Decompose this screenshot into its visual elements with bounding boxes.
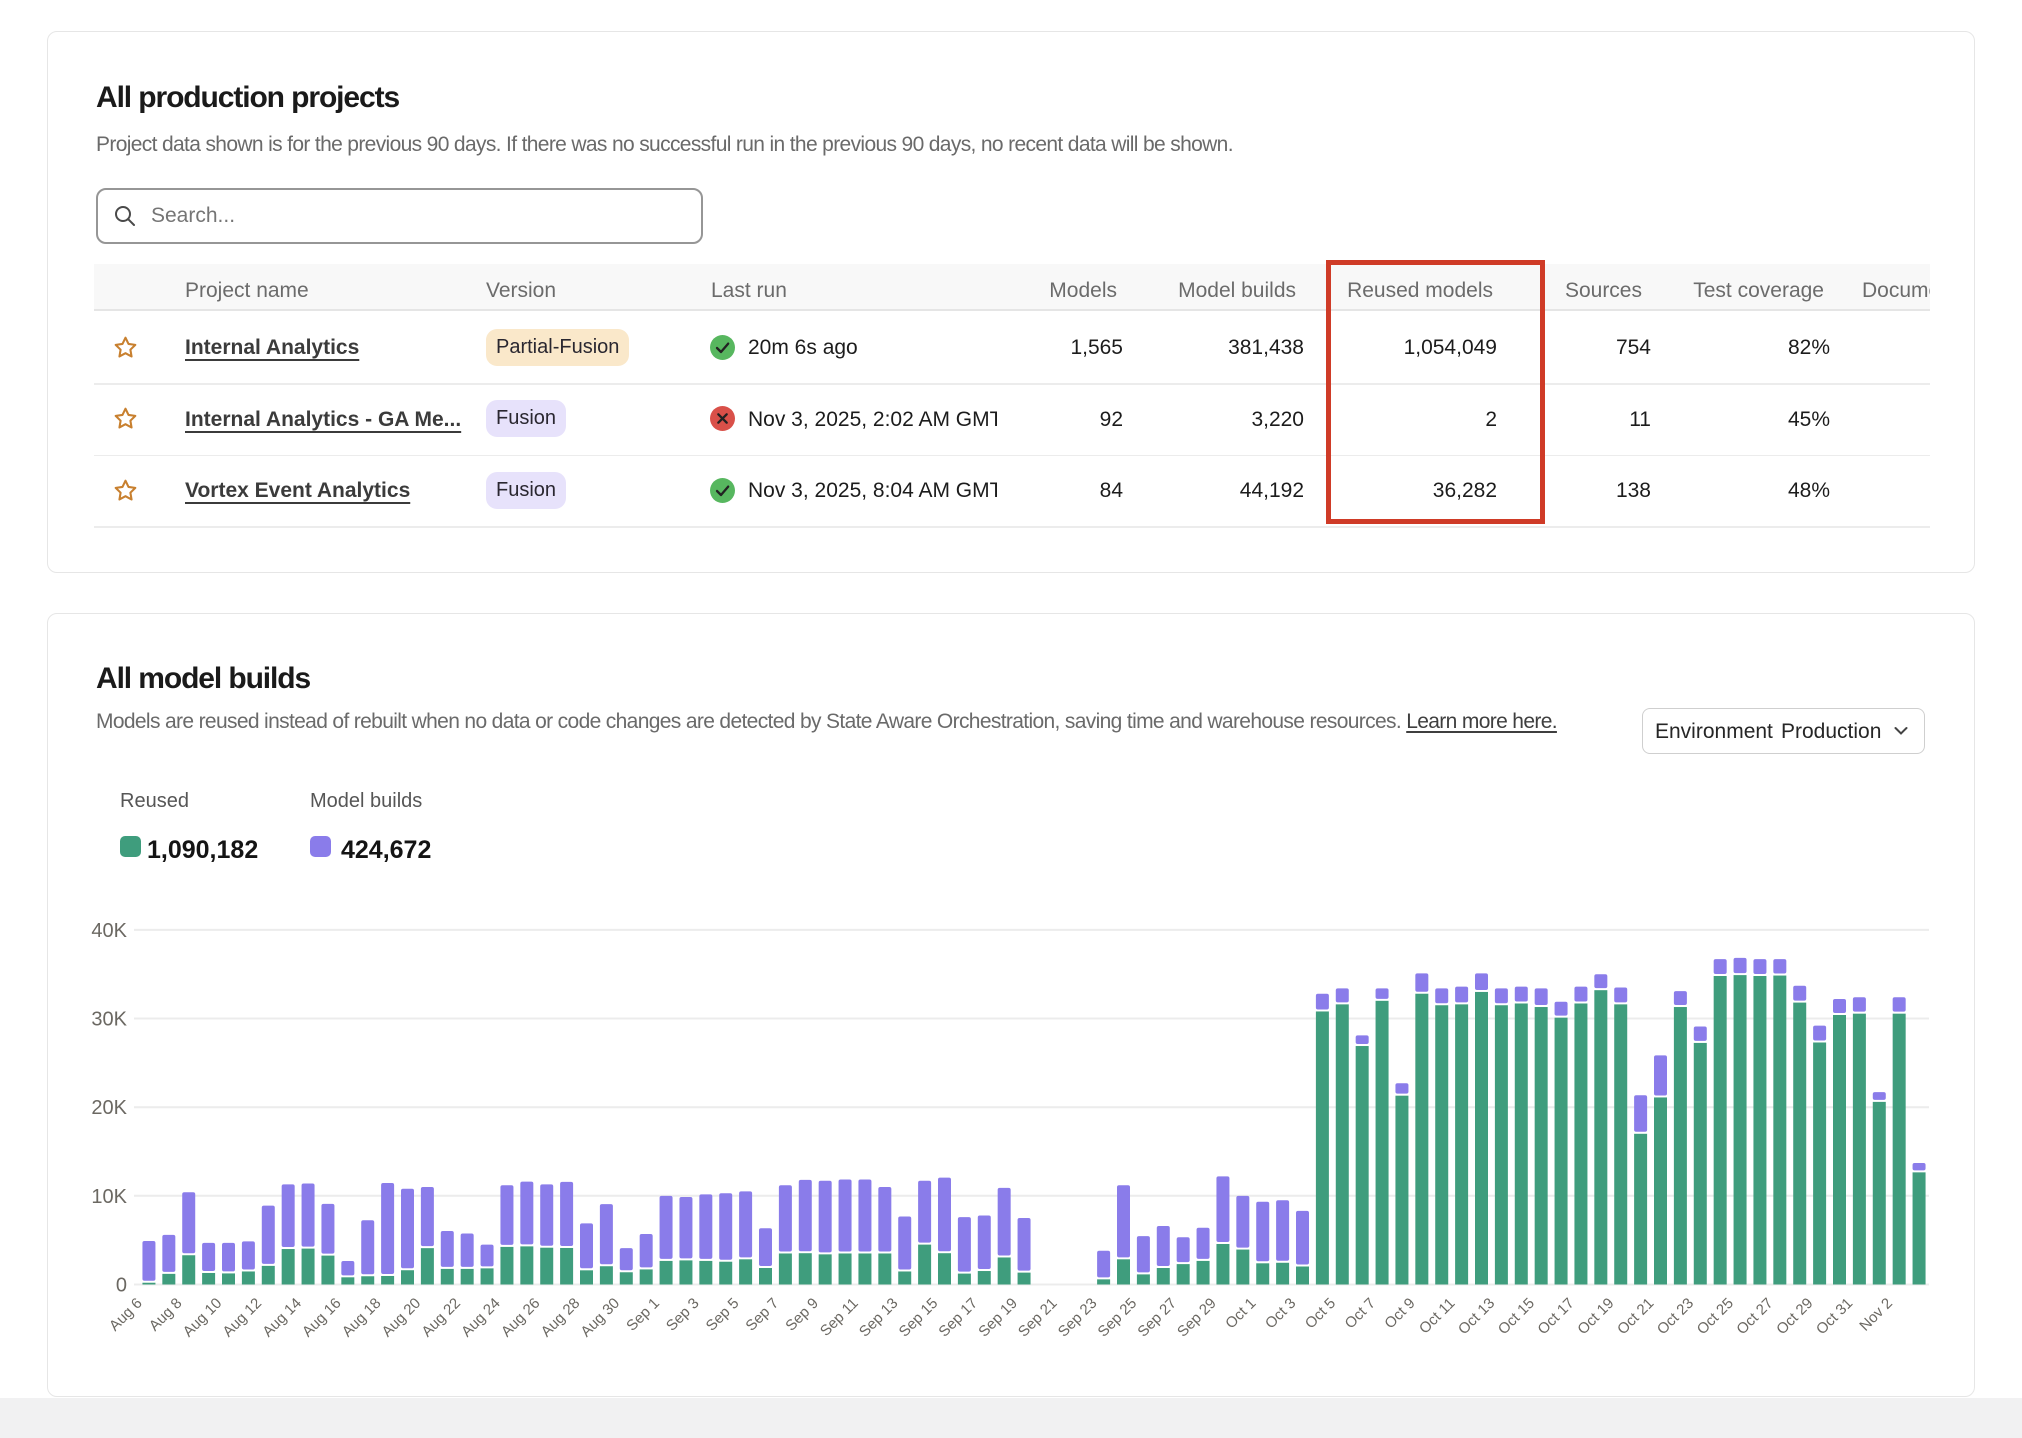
svg-text:Oct 23: Oct 23 [1654,1295,1697,1338]
svg-text:Aug 18: Aug 18 [339,1295,385,1341]
svg-text:20K: 20K [91,1097,127,1119]
svg-text:Oct 13: Oct 13 [1455,1295,1498,1338]
svg-text:Aug 22: Aug 22 [418,1295,464,1341]
svg-text:Oct 19: Oct 19 [1574,1295,1617,1338]
svg-text:Sep 25: Sep 25 [1095,1295,1141,1341]
svg-text:Oct 11: Oct 11 [1416,1295,1458,1337]
svg-text:Oct 17: Oct 17 [1534,1295,1577,1338]
svg-text:Aug 26: Aug 26 [498,1295,544,1341]
svg-text:Aug 30: Aug 30 [577,1295,623,1341]
svg-text:Oct 21: Oct 21 [1614,1295,1657,1338]
svg-text:Oct 31: Oct 31 [1813,1295,1856,1338]
svg-text:Sep 23: Sep 23 [1055,1295,1101,1341]
svg-text:Oct 1: Oct 1 [1222,1295,1259,1332]
svg-text:Aug 20: Aug 20 [379,1295,425,1341]
svg-text:10K: 10K [91,1186,127,1208]
svg-text:Oct 25: Oct 25 [1694,1295,1737,1338]
svg-text:0: 0 [116,1275,127,1297]
svg-text:Oct 29: Oct 29 [1773,1295,1816,1338]
svg-text:Sep 21: Sep 21 [1015,1295,1061,1341]
svg-text:Aug 12: Aug 12 [219,1295,265,1341]
svg-text:Aug 28: Aug 28 [538,1295,584,1341]
svg-text:Aug 10: Aug 10 [180,1295,226,1341]
svg-text:30K: 30K [91,1009,127,1031]
svg-text:Sep 27: Sep 27 [1134,1295,1180,1341]
svg-text:Sep 1: Sep 1 [623,1295,663,1335]
svg-text:Oct 5: Oct 5 [1302,1295,1339,1332]
svg-text:Aug 16: Aug 16 [299,1295,345,1341]
svg-text:Nov 2: Nov 2 [1856,1295,1896,1335]
svg-text:Sep 15: Sep 15 [896,1295,942,1341]
svg-text:Aug 24: Aug 24 [458,1295,504,1341]
svg-text:Sep 29: Sep 29 [1174,1295,1220,1341]
svg-text:Oct 15: Oct 15 [1495,1295,1538,1338]
svg-text:Aug 6: Aug 6 [106,1295,146,1335]
svg-text:Aug 14: Aug 14 [259,1295,305,1341]
svg-text:Sep 7: Sep 7 [742,1295,782,1335]
svg-text:Sep 13: Sep 13 [856,1295,902,1341]
svg-text:Oct 7: Oct 7 [1342,1295,1379,1332]
svg-text:Sep 9: Sep 9 [782,1295,822,1335]
svg-text:Oct 27: Oct 27 [1733,1295,1776,1338]
svg-text:Sep 19: Sep 19 [975,1295,1021,1341]
svg-text:Sep 17: Sep 17 [935,1295,981,1341]
svg-text:Sep 5: Sep 5 [703,1295,743,1335]
svg-text:Sep 11: Sep 11 [817,1295,862,1340]
svg-text:40K: 40K [91,920,127,942]
svg-text:Oct 3: Oct 3 [1262,1295,1299,1332]
svg-text:Sep 3: Sep 3 [663,1295,703,1335]
svg-text:Oct 9: Oct 9 [1381,1295,1418,1332]
